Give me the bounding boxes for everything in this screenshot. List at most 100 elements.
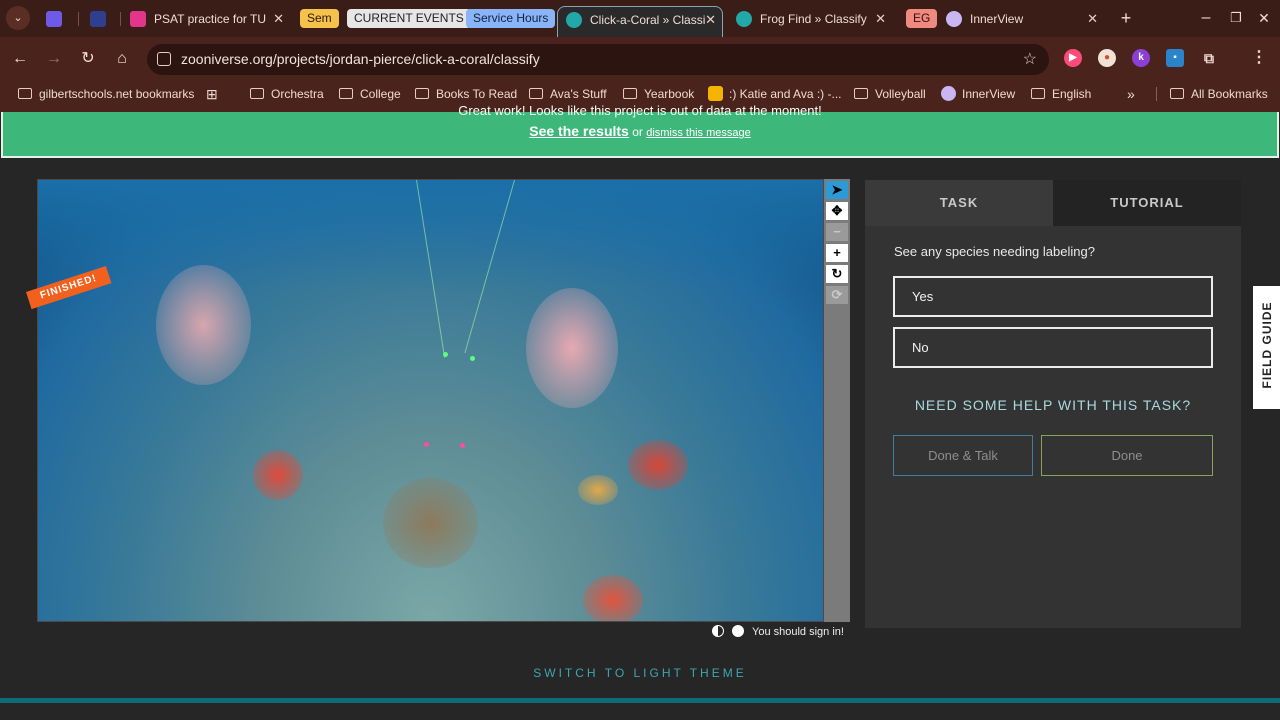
- banner-message: Great work! Looks like this project is o…: [458, 103, 822, 118]
- zooniverse-icon: [736, 10, 752, 27]
- task-help-link[interactable]: NEED SOME HELP WITH THIS TASK?: [865, 397, 1241, 413]
- bookmark-star-icon[interactable]: ☆: [1023, 44, 1037, 75]
- app-icon: [90, 10, 106, 27]
- laser-dot: [443, 352, 448, 357]
- banner-links: See the results or dismiss this message: [3, 123, 1277, 139]
- info-icon[interactable]: [732, 625, 744, 638]
- tab-frog-find[interactable]: Frog Find » Classify ✕: [736, 6, 892, 32]
- switch-theme-link[interactable]: SWITCH TO LIGHT THEME: [0, 666, 1280, 680]
- forward-icon[interactable]: →: [44, 49, 64, 69]
- page-content: Great work! Looks like this project is o…: [0, 103, 1280, 720]
- extension-icon[interactable]: k: [1132, 49, 1150, 67]
- folder-icon: [1170, 88, 1184, 100]
- bookmark-separator: [1156, 87, 1157, 101]
- tab-group-eg[interactable]: EG: [906, 9, 938, 28]
- minimize-icon[interactable]: –: [1196, 8, 1216, 28]
- pointer-tool-icon[interactable]: ➤: [826, 181, 848, 199]
- red-sponge: [253, 450, 303, 500]
- bookmark-label: gilbertschools.net bookmarks: [39, 87, 195, 101]
- invert-contrast-icon[interactable]: [712, 625, 724, 638]
- done-and-talk-button[interactable]: Done & Talk: [893, 435, 1033, 476]
- slides-icon: [708, 86, 723, 102]
- subject-meta: You should sign in!: [712, 624, 844, 640]
- tab-task[interactable]: TASK: [865, 180, 1053, 226]
- browser-toolbar: ← → ↻ ⌂ zooniverse.org/projects/jordan-p…: [0, 37, 1280, 81]
- folder-icon: [529, 88, 543, 100]
- tab-pinned-forms[interactable]: [46, 6, 68, 32]
- red-sponge: [628, 440, 688, 490]
- extension-icon[interactable]: ▪: [1166, 49, 1184, 67]
- sponge-mound: [383, 478, 478, 568]
- reset-icon[interactable]: ⟳: [826, 286, 848, 304]
- bookmark-label: Books To Read: [436, 87, 518, 101]
- tab-tutorial[interactable]: TUTORIAL: [1053, 180, 1241, 226]
- dismiss-message-link[interactable]: dismiss this message: [646, 127, 751, 139]
- close-window-icon[interactable]: ✕: [1254, 8, 1274, 28]
- new-tab-icon[interactable]: +: [1116, 8, 1136, 28]
- folder-icon: [250, 88, 264, 100]
- zoom-out-icon[interactable]: −: [826, 223, 848, 241]
- tab-click-a-coral[interactable]: Click-a-Coral » Classi ✕: [557, 6, 723, 37]
- tab-separator: [120, 12, 121, 26]
- see-results-link[interactable]: See the results: [529, 123, 629, 139]
- zoom-in-icon[interactable]: +: [826, 244, 848, 262]
- subject-image[interactable]: [37, 179, 824, 622]
- reload-icon[interactable]: ↻: [78, 49, 98, 69]
- extensions-puzzle-icon[interactable]: ⧉: [1200, 49, 1218, 67]
- footer-bar: [0, 698, 1280, 703]
- address-bar[interactable]: zooniverse.org/projects/jordan-pierce/cl…: [147, 44, 1049, 75]
- yellow-coral: [578, 475, 618, 505]
- back-icon[interactable]: ←: [10, 49, 30, 69]
- bookmark-label: Yearbook: [644, 87, 695, 101]
- tab-psat[interactable]: PSAT practice for TU ✕: [130, 6, 290, 32]
- tab-title: Frog Find » Classify: [760, 12, 867, 26]
- red-sponge: [583, 575, 643, 621]
- close-icon[interactable]: ✕: [273, 6, 284, 32]
- bookmark-label: Orchestra: [271, 87, 324, 101]
- tab-search-chevron-icon[interactable]: ⌄: [6, 6, 30, 30]
- extension-icon[interactable]: ▶: [1064, 49, 1082, 67]
- sign-in-message: You should sign in!: [752, 626, 844, 638]
- laser-dot: [460, 443, 465, 448]
- task-panel: TASK TUTORIAL See any species needing la…: [865, 180, 1241, 628]
- zooniverse-icon: [566, 11, 582, 28]
- pan-tool-icon[interactable]: ✥: [826, 202, 848, 220]
- url-text[interactable]: zooniverse.org/projects/jordan-pierce/cl…: [181, 44, 540, 75]
- tab-strip: ⌄ PSAT practice for TU ✕ Sem CURRENT EVE…: [0, 0, 1280, 37]
- home-icon[interactable]: ⌂: [112, 49, 132, 69]
- rotate-icon[interactable]: ↻: [826, 265, 848, 283]
- close-icon[interactable]: ✕: [1087, 6, 1098, 32]
- folder-icon: [339, 88, 353, 100]
- bookmark-label: English: [1052, 87, 1092, 101]
- extension-icon[interactable]: ●: [1098, 49, 1116, 67]
- answer-no-button[interactable]: No: [893, 327, 1213, 368]
- bookmark-label: Ava's Stuff: [550, 87, 607, 101]
- site-info-icon[interactable]: [157, 52, 171, 66]
- done-button[interactable]: Done: [1041, 435, 1213, 476]
- menu-kebab-icon[interactable]: ⋮: [1250, 49, 1268, 67]
- bookmark-label: All Bookmarks: [1191, 87, 1268, 101]
- folder-icon: [18, 88, 32, 100]
- banner-or-text: or: [632, 125, 643, 139]
- tab-pinned-app[interactable]: [90, 6, 112, 32]
- bookmark-label: Volleyball: [875, 87, 926, 101]
- tab-group-current-events[interactable]: CURRENT EVENTS: [347, 9, 471, 28]
- innerview-icon: [941, 86, 956, 102]
- tab-innerview[interactable]: InnerView ✕: [946, 6, 1104, 32]
- classroom-icon: [130, 10, 146, 27]
- close-icon[interactable]: ✕: [705, 7, 716, 33]
- bookmark-label: InnerView: [962, 87, 1016, 101]
- bookmark-label: :) Katie and Ava :) -...: [729, 87, 842, 101]
- close-icon[interactable]: ✕: [875, 6, 886, 32]
- tab-title: Click-a-Coral » Classi: [590, 13, 706, 27]
- forms-icon: [46, 10, 62, 27]
- folder-icon: [623, 88, 637, 100]
- innerview-icon: [946, 10, 962, 27]
- tab-title: InnerView: [970, 12, 1024, 26]
- tab-group-sem[interactable]: Sem: [300, 9, 339, 28]
- tab-separator: [78, 12, 79, 26]
- restore-icon[interactable]: ❐: [1226, 8, 1246, 28]
- answer-yes-button[interactable]: Yes: [893, 276, 1213, 317]
- tab-group-service-hours[interactable]: Service Hours: [466, 9, 556, 28]
- field-guide-tab[interactable]: FIELD GUIDE: [1253, 286, 1280, 409]
